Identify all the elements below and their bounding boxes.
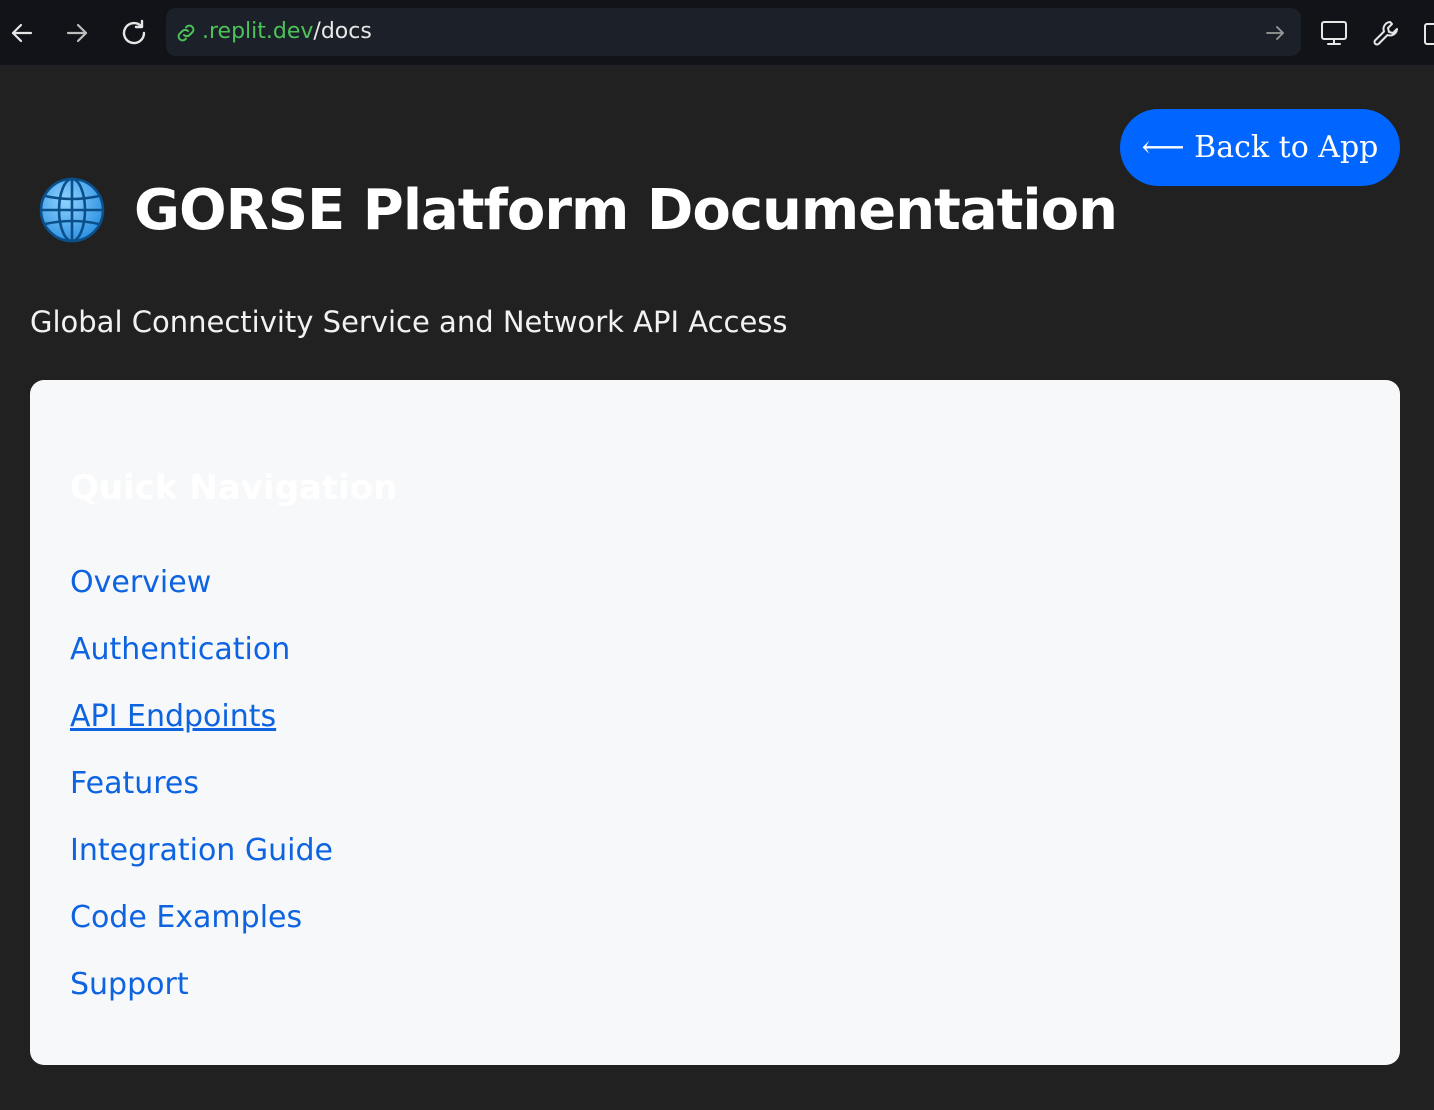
nav-link-code-examples[interactable]: Code Examples	[70, 900, 302, 935]
go-arrow-icon[interactable]	[1263, 21, 1287, 45]
nav-link-api-endpoints[interactable]: API Endpoints	[70, 699, 276, 734]
url-host: .replit.dev	[202, 19, 314, 44]
wrench-icon[interactable]	[1366, 13, 1406, 53]
quick-navigation-card: Quick Navigation Overview Authentication…	[30, 380, 1400, 1065]
nav-item-api-endpoints: API Endpoints	[70, 694, 333, 761]
quick-navigation-list: Overview Authentication API Endpoints Fe…	[70, 560, 333, 1029]
back-to-app-button[interactable]: ⟵ Back to App	[1120, 109, 1400, 186]
url-text: .replit.dev/docs	[202, 19, 372, 45]
address-bar[interactable]: .replit.dev/docs	[166, 8, 1301, 56]
page-header: GORSE Platform Documentation	[38, 170, 1118, 250]
nav-link-authentication[interactable]: Authentication	[70, 632, 290, 667]
quick-navigation-heading: Quick Navigation	[70, 468, 398, 508]
nav-item-code-examples: Code Examples	[70, 895, 333, 962]
page-title: GORSE Platform Documentation	[134, 177, 1118, 243]
browser-toolbar: .replit.dev/docs	[0, 0, 1434, 66]
globe-icon	[39, 177, 105, 243]
nav-item-support: Support	[70, 962, 333, 1029]
nav-link-support[interactable]: Support	[70, 967, 189, 1002]
monitor-icon[interactable]	[1314, 13, 1354, 53]
forward-arrow-icon[interactable]	[57, 13, 97, 53]
url-path: /docs	[313, 19, 372, 44]
nav-item-overview: Overview	[70, 560, 333, 627]
back-arrow-icon[interactable]	[2, 13, 42, 53]
reload-icon[interactable]	[114, 13, 154, 53]
nav-link-overview[interactable]: Overview	[70, 565, 211, 600]
nav-link-integration-guide[interactable]: Integration Guide	[70, 833, 333, 868]
nav-link-features[interactable]: Features	[70, 766, 199, 801]
nav-item-authentication: Authentication	[70, 627, 333, 694]
nav-item-features: Features	[70, 761, 333, 828]
panel-icon[interactable]	[1416, 13, 1434, 53]
link-icon	[177, 24, 195, 42]
page-subtitle: Global Connectivity Service and Network …	[30, 305, 788, 339]
nav-item-integration-guide: Integration Guide	[70, 828, 333, 895]
